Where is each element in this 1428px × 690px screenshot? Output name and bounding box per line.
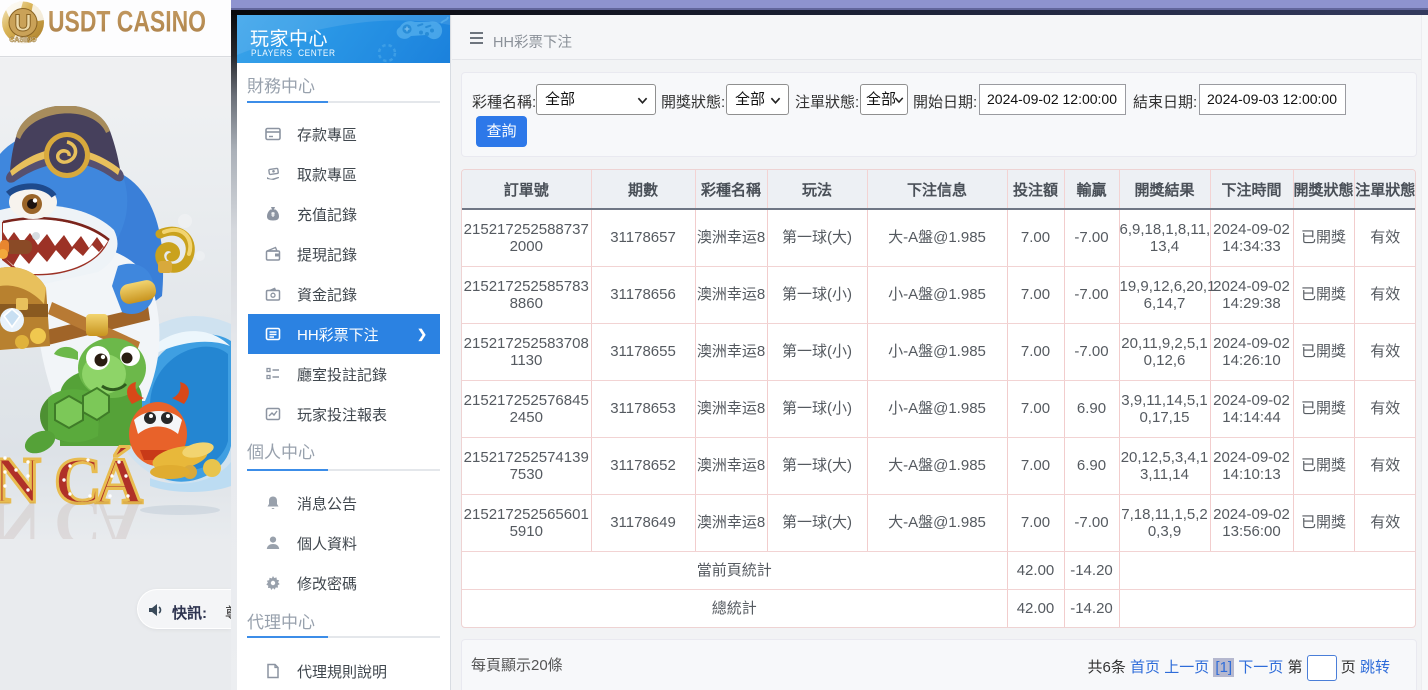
svg-text:U: U	[14, 10, 31, 37]
svg-text:USDT CASINO: USDT CASINO	[48, 6, 206, 39]
svg-text:Á: Á	[95, 486, 143, 539]
svg-text:N: N	[0, 487, 41, 539]
svg-text:CASINO: CASINO	[9, 37, 37, 44]
